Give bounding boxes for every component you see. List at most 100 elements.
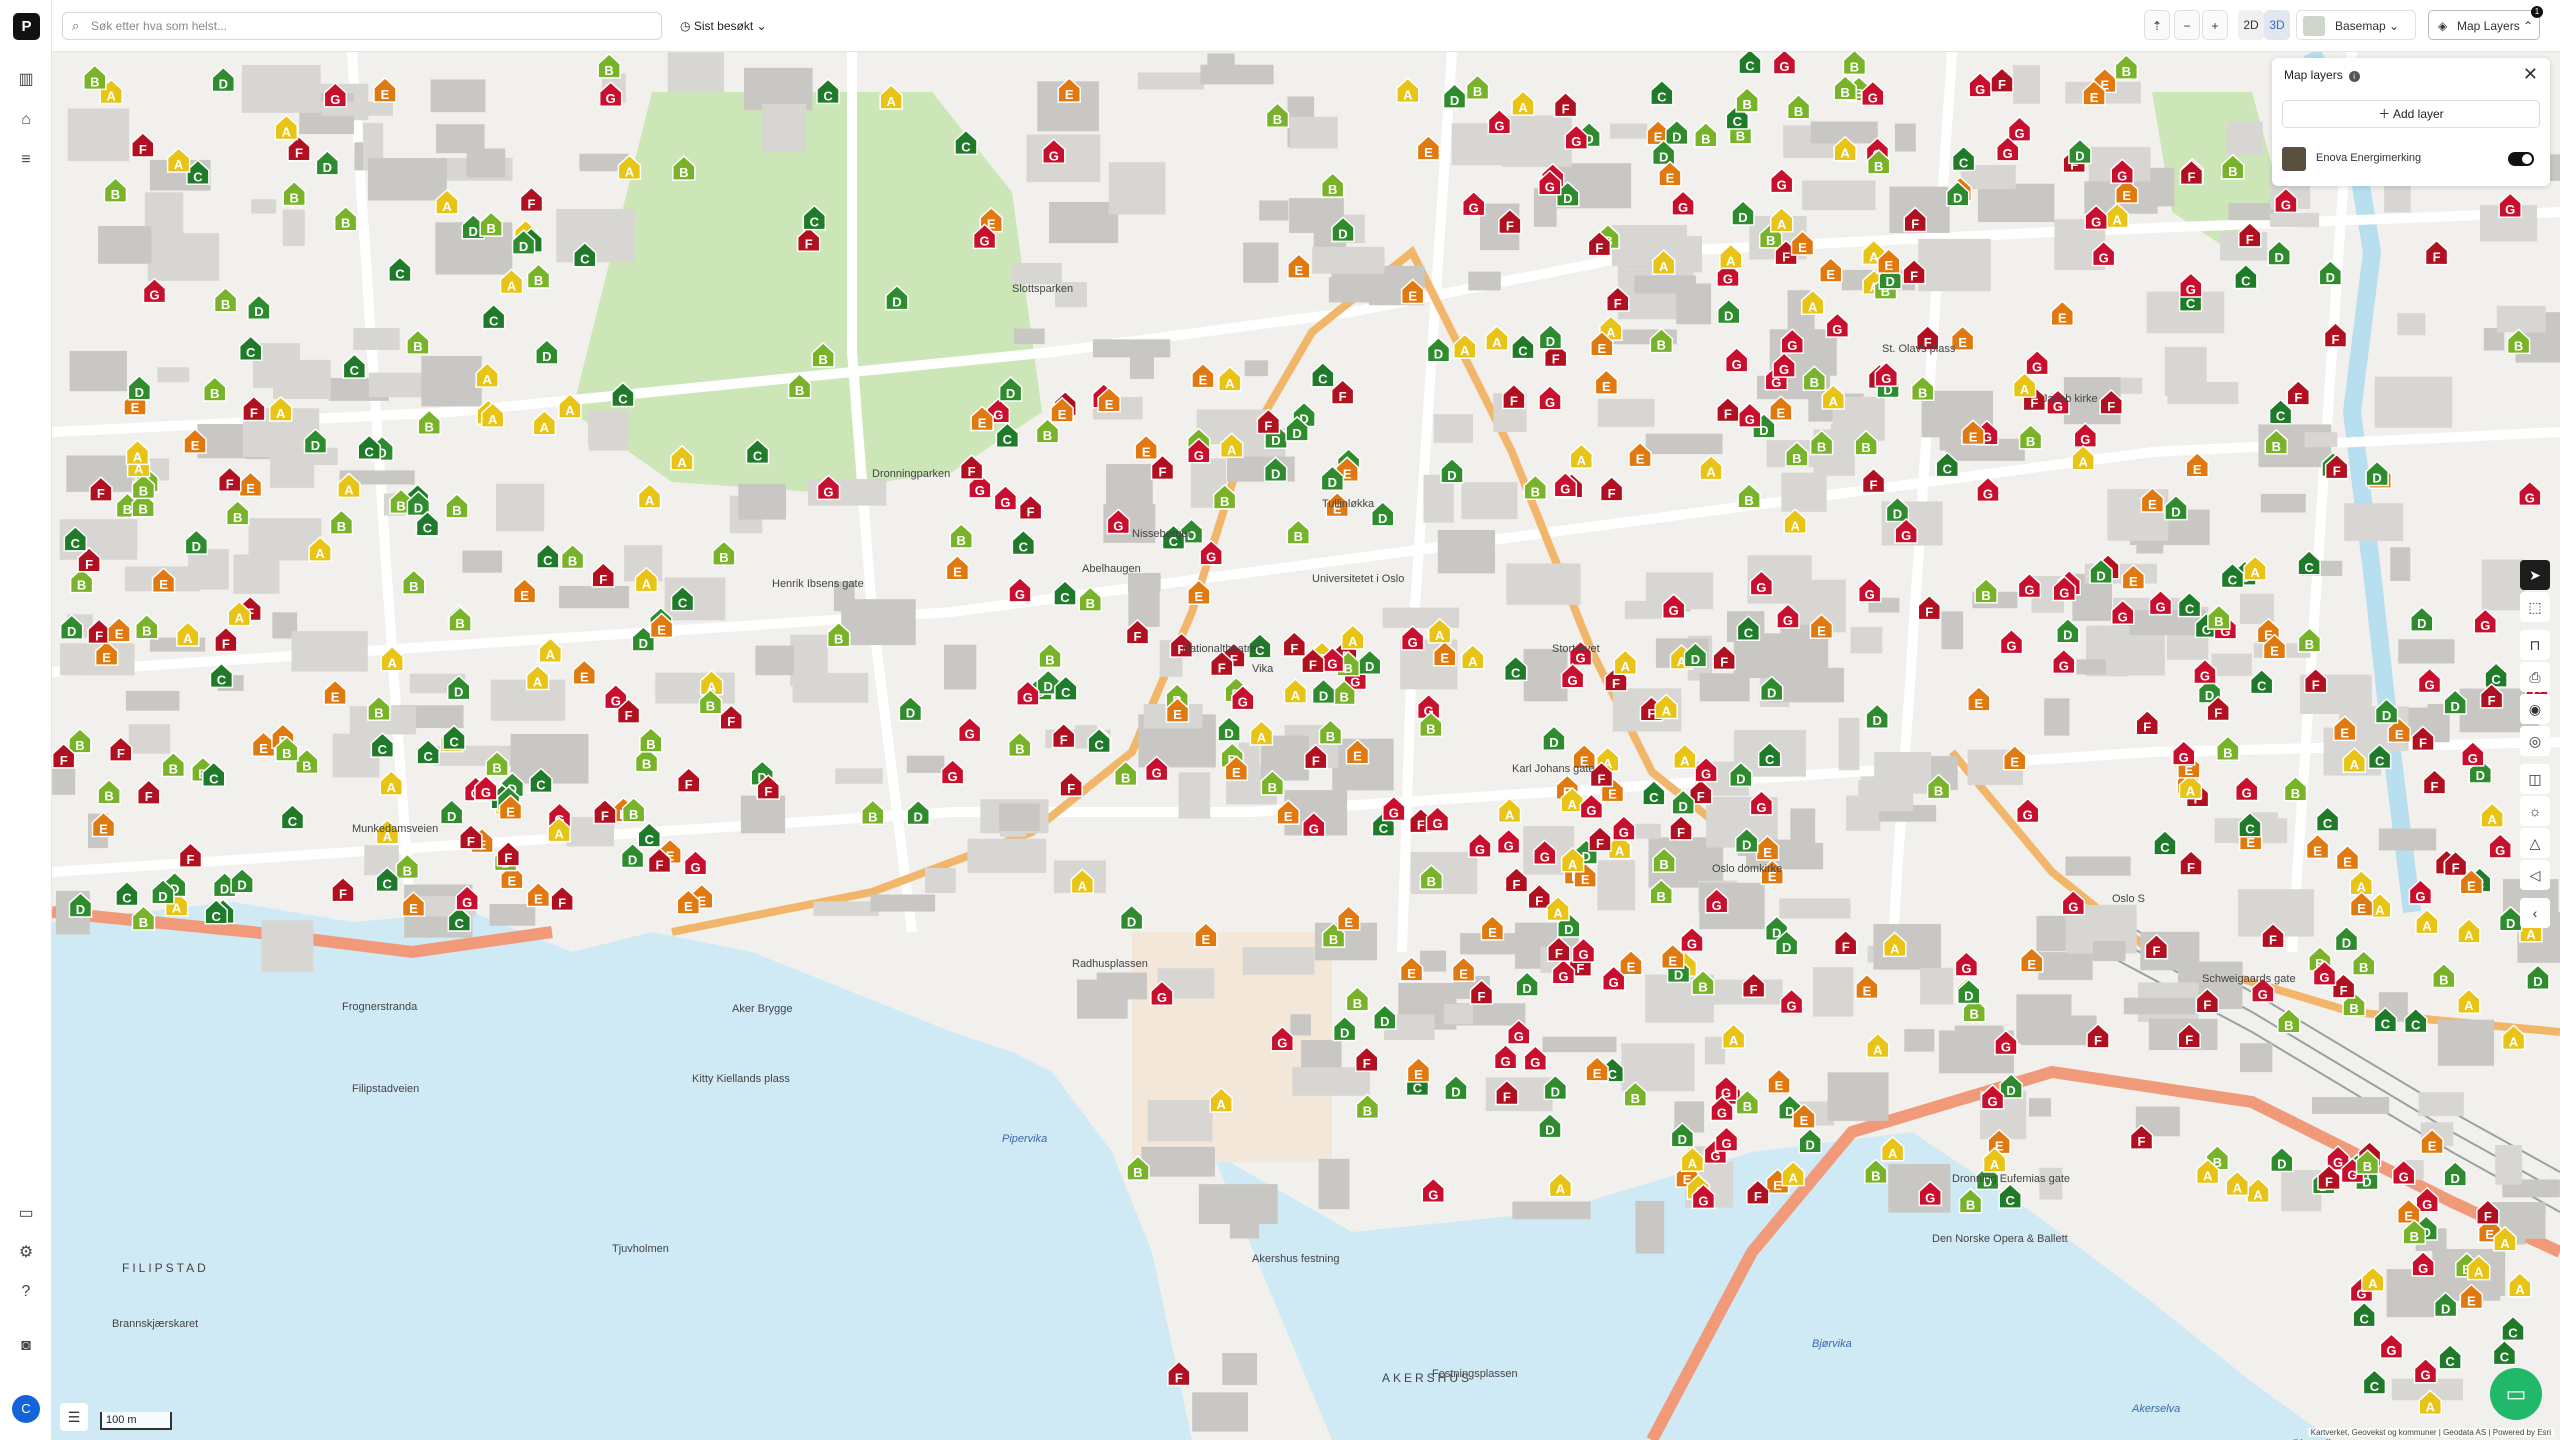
layer-row[interactable]: Enova Energimerking (2282, 144, 2540, 174)
energy-label-marker[interactable]: D (1217, 715, 1241, 742)
energy-label-marker[interactable]: D (1731, 199, 1755, 226)
energy-label-marker[interactable]: C (2501, 1315, 2525, 1342)
energy-label-marker[interactable]: E (1585, 1055, 1609, 1082)
energy-label-marker[interactable]: G (1714, 1075, 1738, 1102)
energy-label-marker[interactable]: E (2050, 300, 2075, 327)
energy-label-marker[interactable]: D (2068, 138, 2092, 165)
energy-label-marker[interactable]: E (526, 881, 551, 908)
energy-label-marker[interactable]: E (1451, 956, 1476, 983)
energy-label-marker[interactable]: B (295, 748, 319, 775)
energy-label-marker[interactable]: D (2270, 1146, 2294, 1173)
energy-label-marker[interactable]: A (269, 395, 293, 422)
energy-label-marker[interactable]: F (519, 186, 544, 213)
energy-label-marker[interactable]: B (213, 286, 238, 313)
energy-label-marker[interactable]: B (1286, 519, 1311, 545)
energy-label-marker[interactable]: A (2415, 908, 2439, 935)
energy-label-marker[interactable]: B (445, 492, 469, 519)
energy-label-marker[interactable]: A (1341, 624, 1365, 650)
energy-label-marker[interactable]: G (1769, 167, 1794, 194)
energy-label-marker[interactable]: B (1842, 52, 1867, 76)
energy-label-marker[interactable]: C (2438, 1343, 2462, 1370)
energy-label-marker[interactable]: A (1769, 206, 1794, 233)
energy-label-marker[interactable]: C (2362, 1368, 2387, 1395)
energy-label-marker[interactable]: G (2413, 1357, 2438, 1384)
energy-label-marker[interactable]: A (2071, 444, 2095, 471)
energy-label-marker[interactable]: E (2305, 833, 2330, 860)
energy-label-marker[interactable]: F (1018, 494, 1043, 521)
print-icon[interactable]: ⎙ (2520, 662, 2550, 692)
energy-label-marker[interactable]: B (1345, 985, 1370, 1012)
energy-label-marker[interactable]: E (1967, 685, 1991, 712)
energy-label-marker[interactable]: D (1373, 1004, 1397, 1030)
energy-label-marker[interactable]: G (2498, 192, 2522, 218)
record-icon[interactable]: ◙ (16, 1336, 36, 1356)
energy-label-marker[interactable]: B (526, 263, 551, 289)
energy-label-marker[interactable]: F (136, 779, 161, 805)
energy-label-marker[interactable]: D (2056, 617, 2080, 644)
energy-label-marker[interactable]: A (1485, 325, 1509, 351)
energy-label-marker[interactable]: F (242, 395, 266, 422)
energy-label-marker[interactable]: A (2225, 1170, 2250, 1197)
energy-label-marker[interactable]: C (637, 821, 662, 848)
energy-label-marker[interactable]: A (1283, 677, 1308, 704)
energy-label-marker[interactable]: D (230, 867, 254, 894)
sun-icon[interactable]: ☼ (2520, 796, 2550, 826)
recent-button[interactable]: ◷ Sist besøkt ⌄ (680, 14, 767, 38)
energy-label-marker[interactable]: F (1527, 883, 1552, 910)
energy-label-marker[interactable]: B (1355, 1093, 1380, 1120)
settings-icon[interactable]: ⚙ (16, 1243, 36, 1263)
energy-label-marker[interactable]: E (1594, 369, 1619, 395)
collapse-icon[interactable]: ‹ (2520, 898, 2550, 928)
energy-label-marker[interactable]: F (1712, 644, 1736, 671)
energy-label-marker[interactable]: B (1038, 642, 1062, 669)
chat-icon[interactable]: ▭ (16, 1204, 36, 1224)
energy-label-marker[interactable]: F (591, 561, 616, 588)
tag-icon[interactable]: ⌂ (16, 110, 36, 130)
energy-label-marker[interactable]: E (1416, 134, 1441, 161)
energy-label-marker[interactable]: C (2315, 806, 2340, 832)
map-icon[interactable]: ▥ (16, 70, 36, 90)
energy-label-marker[interactable]: B (1974, 577, 1998, 604)
energy-label-marker[interactable]: D (906, 799, 930, 826)
energy-label-marker[interactable]: D (1542, 725, 1566, 751)
energy-label-marker[interactable]: D (2410, 606, 2434, 632)
energy-label-marker[interactable]: C (442, 724, 466, 751)
energy-label-marker[interactable]: A (1866, 1032, 1890, 1059)
energy-label-marker[interactable]: A (1699, 454, 1723, 481)
energy-label-marker[interactable]: G (1612, 814, 1636, 841)
energy-label-marker[interactable]: C (1511, 333, 1535, 360)
energy-label-marker[interactable]: B (202, 375, 227, 402)
energy-label-marker[interactable]: F (676, 766, 701, 793)
energy-label-marker[interactable]: B (861, 799, 885, 826)
energy-label-marker[interactable]: G (1724, 346, 1749, 373)
map-layers-button[interactable]: ◈ Map Layers ⌃ 1 (2428, 6, 2543, 40)
cursor-icon[interactable]: ➤ (2520, 560, 2550, 590)
energy-label-marker[interactable]: G (1496, 828, 1521, 855)
add-layer-button[interactable]: ＋ Add layer (2282, 100, 2540, 128)
energy-label-marker[interactable]: D (1515, 971, 1539, 997)
energy-label-marker[interactable]: F (287, 135, 311, 162)
energy-label-marker[interactable]: F (1059, 771, 1083, 797)
avatar[interactable]: C (12, 1395, 40, 1423)
energy-label-marker[interactable]: C (115, 880, 139, 907)
energy-label-marker[interactable]: G (1772, 52, 1797, 75)
layers-alt-icon[interactable]: ◫ (2520, 764, 2550, 794)
energy-label-marker[interactable]: A (1673, 743, 1697, 770)
energy-label-marker[interactable]: C (2492, 1339, 2517, 1366)
energy-label-marker[interactable]: C (416, 738, 440, 765)
energy-label-marker[interactable]: A (1249, 719, 1274, 746)
energy-label-marker[interactable]: E (1406, 1056, 1431, 1083)
energy-label-marker[interactable]: C (1951, 145, 1976, 172)
energy-label-marker[interactable]: A (2349, 869, 2374, 896)
energy-label-marker[interactable]: G (2379, 1333, 2404, 1359)
energy-label-marker[interactable]: A (1396, 77, 1420, 104)
energy-label-marker[interactable]: A (1511, 90, 1535, 116)
energy-label-marker[interactable]: C (388, 256, 412, 283)
app-logo[interactable]: P (13, 13, 40, 40)
energy-label-marker[interactable]: C (280, 803, 305, 830)
energy-label-marker[interactable]: D (1440, 457, 1464, 484)
energy-label-marker[interactable]: F (2424, 239, 2449, 266)
energy-label-marker[interactable]: D (1798, 1127, 1822, 1154)
energy-label-marker[interactable]: B (1735, 86, 1759, 113)
energy-label-marker[interactable]: C (1738, 52, 1762, 75)
